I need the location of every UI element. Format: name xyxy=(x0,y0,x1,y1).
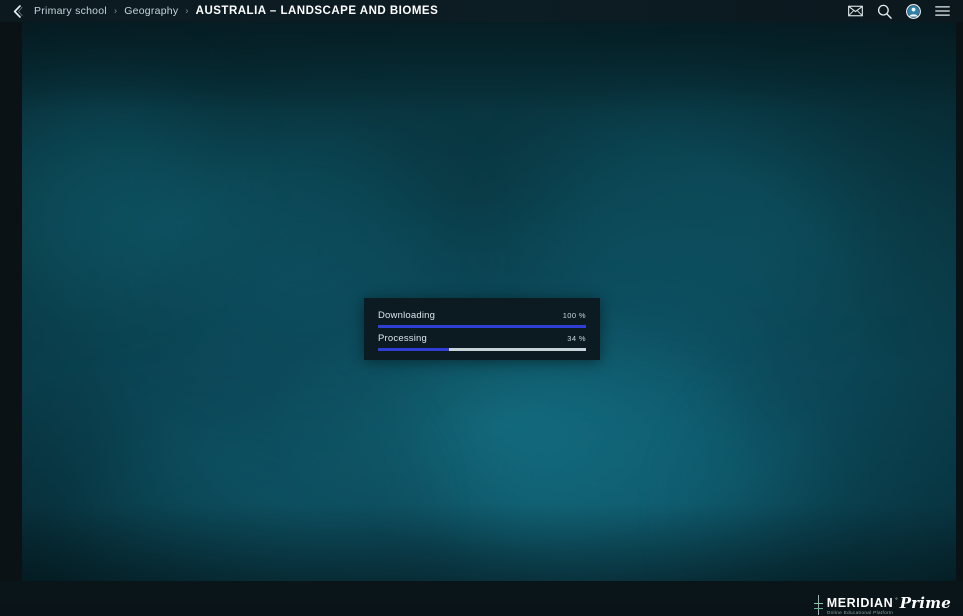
menu-button[interactable] xyxy=(934,3,951,20)
page-stage: Downloading 100 % Processing 34 % MERIDI… xyxy=(0,22,963,615)
brand-logo: MERIDIAN ° Prime Online educational plat… xyxy=(813,595,951,616)
progress-percent-downloading: 100 % xyxy=(562,311,586,320)
breadcrumb-item-geography[interactable]: Geography xyxy=(124,5,178,17)
mail-icon xyxy=(848,5,863,17)
progress-row-processing: Processing 34 % xyxy=(378,333,586,351)
progress-fill xyxy=(378,348,449,351)
breadcrumb-item-primary-school[interactable]: Primary school xyxy=(34,5,107,17)
brand-name-row: MERIDIAN ° Prime xyxy=(826,594,951,612)
progress-fill xyxy=(378,325,586,328)
search-icon xyxy=(877,4,892,19)
brand-prime-wordmark: Prime xyxy=(899,594,951,612)
chevron-left-icon xyxy=(10,4,25,19)
account-button[interactable] xyxy=(905,3,922,20)
progress-bar-processing xyxy=(378,348,586,351)
download-progress-dialog: Downloading 100 % Processing 34 % xyxy=(364,298,600,360)
search-button[interactable] xyxy=(876,3,893,20)
brand-superscript: ° xyxy=(895,598,898,604)
progress-row-header: Downloading 100 % xyxy=(378,310,586,321)
breadcrumb-separator: › xyxy=(185,5,189,16)
footer-bar: MERIDIAN ° Prime Online educational plat… xyxy=(0,581,963,615)
progress-row-header: Processing 34 % xyxy=(378,333,586,344)
avatar-icon xyxy=(906,3,921,19)
hamburger-menu-icon xyxy=(935,5,950,17)
brand-name: MERIDIAN xyxy=(826,596,894,610)
brand-tagline: Online educational platform xyxy=(826,610,894,615)
progress-bar-downloading xyxy=(378,325,586,328)
breadcrumb-separator: › xyxy=(113,5,118,16)
brand-mark-icon xyxy=(813,595,823,615)
breadcrumb: Primary school › Geography › AUSTRALIA –… xyxy=(34,5,438,17)
brand-text: MERIDIAN ° Prime Online educational plat… xyxy=(827,595,951,616)
top-bar-actions xyxy=(847,3,963,20)
progress-percent-processing: 34 % xyxy=(567,334,586,343)
top-bar: Primary school › Geography › AUSTRALIA –… xyxy=(0,0,963,22)
page-title: AUSTRALIA – LANDSCAPE AND BIOMES xyxy=(195,5,439,17)
progress-label-downloading: Downloading xyxy=(378,310,436,321)
mail-button[interactable] xyxy=(847,3,864,20)
progress-row-downloading: Downloading 100 % xyxy=(378,310,586,328)
back-button[interactable] xyxy=(0,0,34,22)
progress-label-processing: Processing xyxy=(378,333,427,344)
